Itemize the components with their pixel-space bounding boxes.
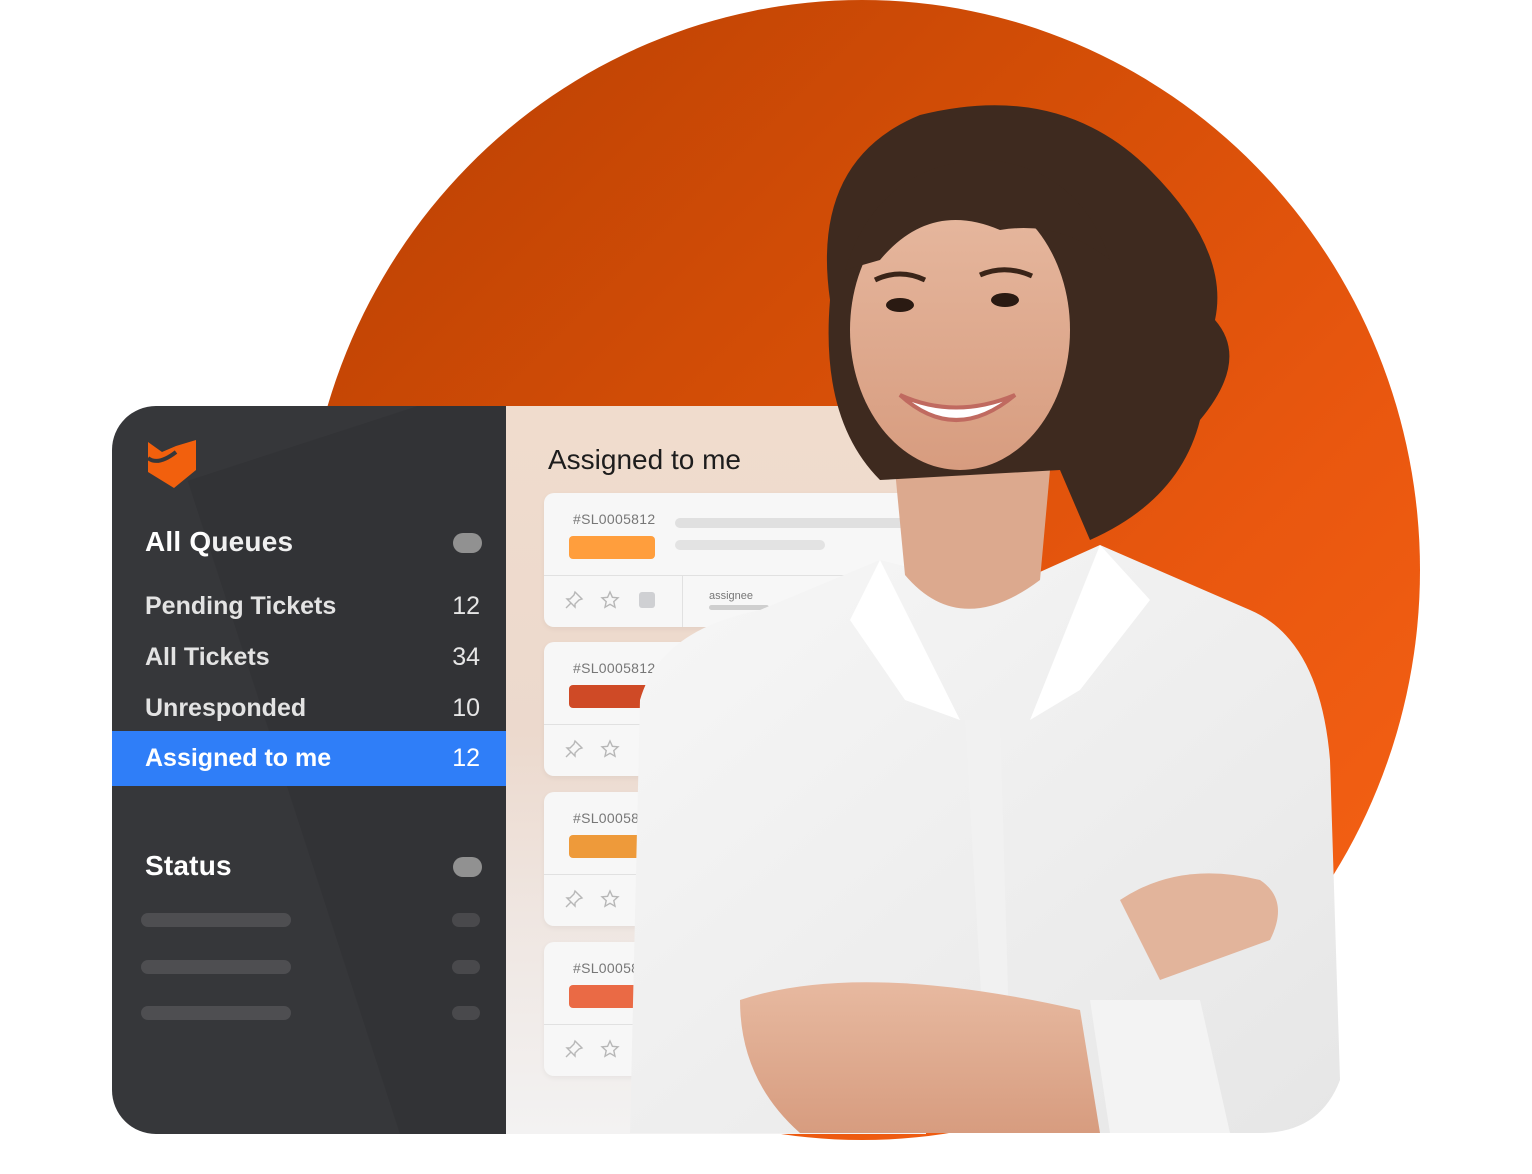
pin-icon[interactable] (564, 889, 584, 909)
ticket-subject-placeholder (675, 518, 915, 528)
status-placeholder-count (452, 913, 480, 927)
pin-icon[interactable] (564, 590, 584, 610)
ticket-id: #SL0005812 (573, 511, 656, 527)
ticket-id: #SL0005812 (573, 960, 656, 976)
fox-logo-icon (148, 440, 196, 488)
status-placeholder-count (452, 1006, 480, 1020)
queue-item-unresponded[interactable]: Unresponded 10 (112, 683, 506, 734)
queue-item-count: 34 (452, 643, 480, 671)
page-title: Assigned to me (548, 444, 741, 475)
queue-item-count: 10 (452, 694, 480, 722)
queue-item-label: Assigned to me (145, 744, 332, 772)
divider (544, 1024, 924, 1025)
queue-item-pending-tickets[interactable]: Pending Tickets 12 (112, 581, 506, 632)
ticket-card[interactable]: #SL0005812 assignee (544, 493, 924, 627)
queue-item-label: Unresponded (145, 694, 307, 722)
ticket-id: #SL0005812 (573, 660, 656, 676)
ticket-list-panel: Assigned to me #SL0005812 assignee #SL00… (506, 406, 926, 1134)
status-heading: Status (145, 850, 232, 881)
star-icon[interactable] (600, 1039, 620, 1059)
star-icon[interactable] (600, 739, 620, 759)
status-placeholder-line (141, 913, 291, 927)
ticket-id: #SL0005812 (573, 810, 656, 826)
tag-icon[interactable] (637, 739, 657, 759)
status-placeholder-line (141, 1006, 291, 1020)
queue-sidebar: All Queues Pending Tickets 12 All Ticket… (112, 406, 506, 1134)
ticket-assignee-label: assignee (709, 590, 754, 602)
star-icon[interactable] (600, 889, 620, 909)
ticket-card[interactable]: #SL0005812 (544, 642, 924, 776)
all-queues-collapse-toggle[interactable] (453, 533, 482, 553)
queue-item-count: 12 (452, 592, 480, 620)
ticket-card[interactable]: #SL0005812 (544, 942, 924, 1076)
status-placeholder-count (452, 960, 480, 974)
ticket-priority-tag (569, 685, 655, 708)
star-icon[interactable] (600, 590, 620, 610)
divider (544, 874, 924, 875)
queue-item-label: All Tickets (145, 643, 270, 671)
ticket-preview-placeholder (675, 540, 825, 550)
all-queues-heading: All Queues (145, 526, 294, 557)
status-placeholder-line (141, 960, 291, 974)
ticket-assignee-placeholder (709, 605, 769, 610)
ticket-priority-tag (569, 985, 655, 1008)
queue-item-assigned-to-me[interactable]: Assigned to me 12 (112, 731, 506, 786)
queue-item-all-tickets[interactable]: All Tickets 34 (112, 632, 506, 683)
status-collapse-toggle[interactable] (453, 857, 482, 877)
ticket-priority-tag (569, 835, 655, 858)
queue-item-label: Pending Tickets (145, 592, 337, 620)
divider (682, 575, 683, 627)
pin-icon[interactable] (564, 739, 584, 759)
pin-icon[interactable] (564, 1039, 584, 1059)
queue-item-count: 12 (452, 744, 480, 772)
ticket-priority-tag (569, 536, 655, 559)
divider (544, 724, 924, 725)
ticket-card[interactable]: #SL0005812 (544, 792, 924, 926)
tag-icon[interactable] (637, 590, 657, 610)
divider (544, 575, 924, 576)
